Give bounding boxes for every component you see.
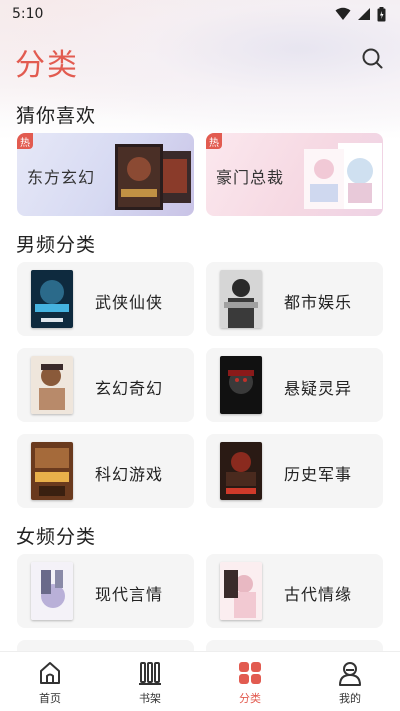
book-cover-image	[31, 442, 73, 500]
bottom-tab-bar: 首页 书架 分类 我的	[0, 651, 400, 711]
status-bar: 5:10	[0, 0, 400, 28]
category-ancient-romance[interactable]: 古代情缘	[206, 554, 383, 628]
category-label: 历史军事	[284, 465, 353, 484]
category-label: 科幻游戏	[95, 465, 164, 484]
tab-bookshelf[interactable]: 书架	[100, 652, 200, 711]
book-cover-stack-image	[304, 143, 382, 209]
category-label: 玄幻奇幻	[95, 379, 164, 398]
recommend-label: 豪门总裁	[216, 168, 285, 187]
search-icon[interactable]	[360, 46, 386, 72]
recommend-card-ceo-romance[interactable]: 热 豪门总裁	[206, 133, 383, 216]
category-label: 都市娱乐	[284, 293, 353, 312]
book-cover-image	[220, 356, 262, 414]
tab-home[interactable]: 首页	[0, 652, 100, 711]
page-title: 分类	[15, 48, 79, 83]
signal-icon	[358, 8, 370, 20]
category-scifi[interactable]: 科幻游戏	[17, 434, 194, 508]
category-mystery[interactable]: 悬疑灵异	[206, 348, 383, 422]
section-title-female: 女频分类	[16, 526, 97, 548]
category-fantasy[interactable]: 玄幻奇幻	[17, 348, 194, 422]
hot-badge: 热	[206, 133, 222, 149]
recommend-card-eastern-fantasy[interactable]: 热 东方玄幻	[17, 133, 194, 216]
category-wuxia[interactable]: 武侠仙侠	[17, 262, 194, 336]
book-cover-image	[220, 562, 262, 620]
category-label: 古代情缘	[284, 585, 353, 604]
book-cover-image	[31, 356, 73, 414]
category-history[interactable]: 历史军事	[206, 434, 383, 508]
tab-label: 书架	[139, 692, 161, 705]
wifi-icon	[335, 7, 351, 20]
tab-label: 分类	[239, 692, 261, 705]
book-cover-stack-image	[115, 144, 191, 210]
section-title-male: 男频分类	[16, 234, 97, 256]
tab-category[interactable]: 分类	[200, 652, 300, 711]
tab-label: 首页	[39, 692, 61, 705]
profile-icon	[339, 662, 361, 686]
category-urban[interactable]: 都市娱乐	[206, 262, 383, 336]
tab-label: 我的	[339, 692, 361, 705]
category-modern-romance[interactable]: 现代言情	[17, 554, 194, 628]
status-time: 5:10	[12, 6, 44, 22]
battery-icon	[377, 6, 386, 21]
book-cover-image	[220, 442, 262, 500]
category-grid-icon	[239, 662, 261, 684]
bookshelf-icon	[139, 662, 161, 685]
book-cover-image	[31, 270, 73, 328]
book-cover-image	[220, 270, 262, 328]
section-title-guess: 猜你喜欢	[16, 105, 97, 127]
home-icon	[40, 662, 60, 684]
tab-profile[interactable]: 我的	[300, 652, 400, 711]
book-cover-image	[31, 562, 73, 620]
category-label: 悬疑灵异	[284, 379, 353, 398]
recommend-label: 东方玄幻	[27, 168, 96, 187]
status-icons	[335, 6, 386, 22]
category-label: 现代言情	[95, 585, 164, 604]
category-label: 武侠仙侠	[95, 293, 164, 312]
hot-badge: 热	[17, 133, 33, 149]
